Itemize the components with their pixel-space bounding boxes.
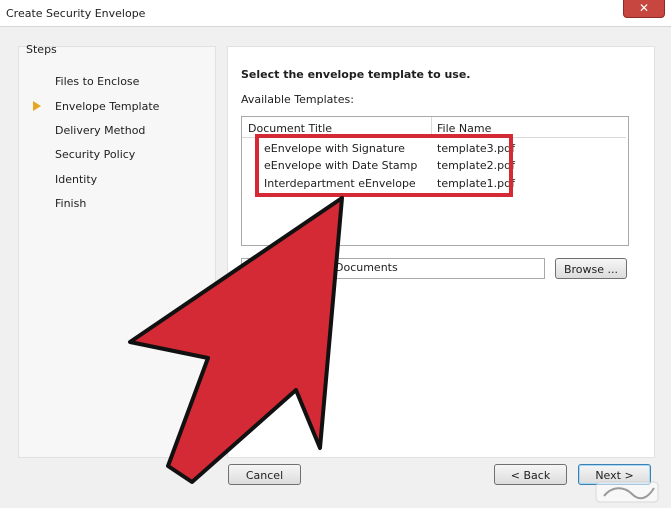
annotation-arrow [128, 196, 344, 484]
annotation-arrow-shape [128, 196, 344, 484]
watermark-logo [595, 481, 659, 503]
